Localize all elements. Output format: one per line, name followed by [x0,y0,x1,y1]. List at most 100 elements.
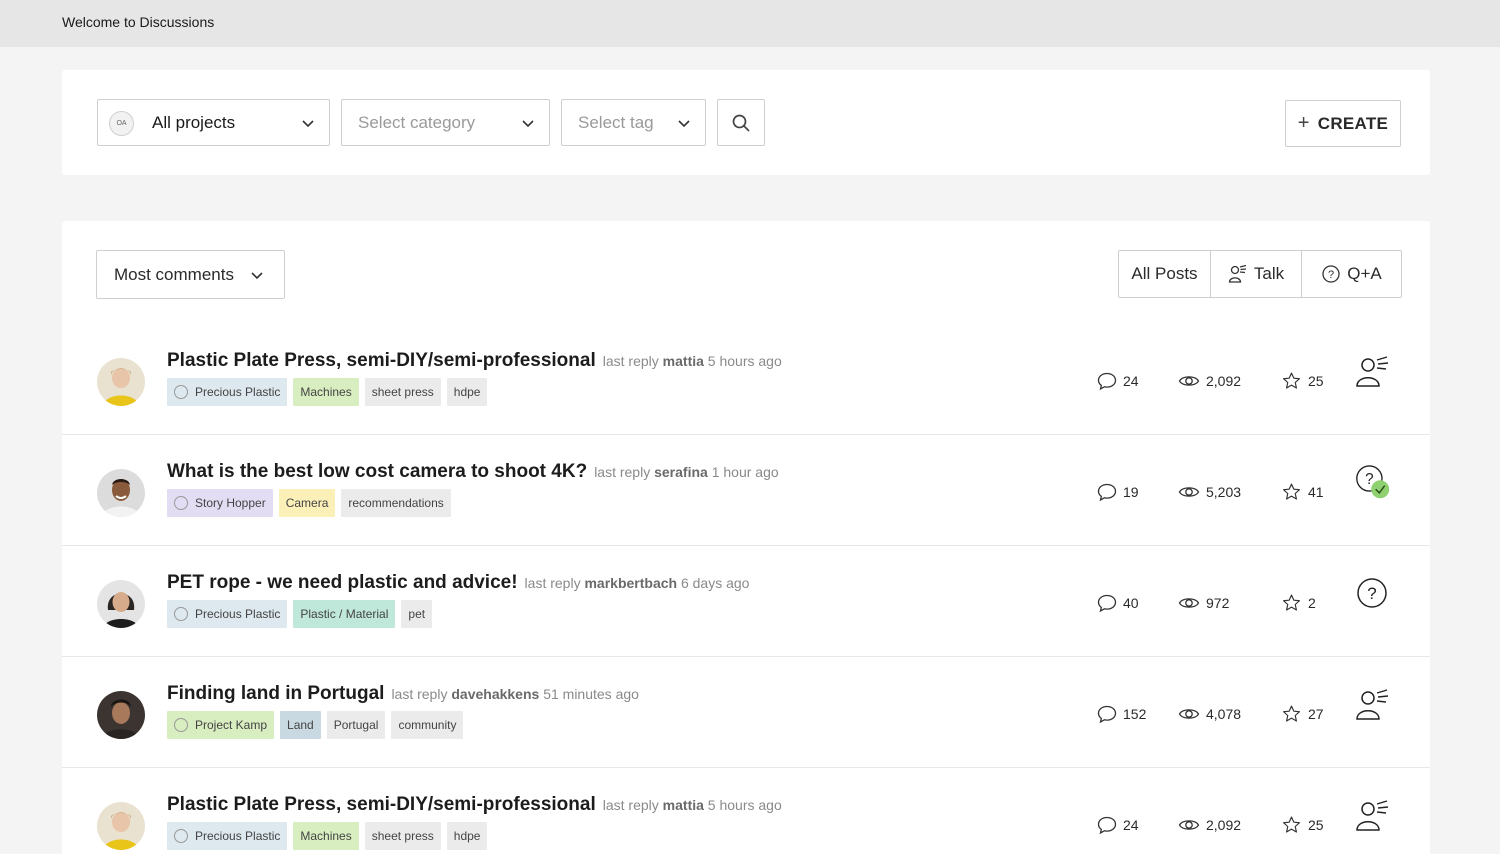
tab-all-posts-label: All Posts [1131,264,1198,283]
post-row[interactable]: What is the best low cost camera to shoo… [62,435,1430,546]
tab-talk-label: Talk [1253,264,1285,283]
comment-count-value: 152 [1123,706,1147,722]
post-title-text[interactable]: Finding land in Portugal [167,683,384,704]
view-count-value: 5,203 [1206,484,1242,500]
chevron-down-icon [522,120,534,128]
post-row[interactable]: PET rope - we need plastic and advice! la… [62,546,1430,657]
tag-label: hdpe [453,385,481,399]
tab-all-posts[interactable]: All Posts [1119,251,1211,297]
create-button[interactable]: + CREATE [1285,100,1401,147]
posts-panel: Most comments All Posts Talk ? Q+A Plast… [62,221,1430,854]
chevron-down-icon [251,272,263,280]
tag[interactable]: hdpe [446,822,488,850]
tag[interactable]: Camera [278,489,336,517]
tag-label: sheet press [371,385,434,399]
tag-list: Precious Plastic Machines sheet press hdpe [167,378,488,406]
last-reply-time: 5 hours ago [703,353,782,369]
star-count-value: 25 [1308,817,1324,833]
tag[interactable]: Plastic / Material [293,600,396,628]
avatar[interactable] [97,802,145,850]
comment-count-value: 40 [1123,595,1139,611]
tag[interactable]: recommendations [341,489,451,517]
last-reply-meta: last reply mattia 5 hours ago [603,353,782,369]
tag-list: Precious Plastic Machines sheet press hdpe [167,822,488,850]
avatar[interactable] [97,691,145,739]
sort-dropdown[interactable]: Most comments [96,250,285,299]
post-title-text[interactable]: What is the best low cost camera to shoo… [167,461,587,482]
tab-qa[interactable]: ? Q+A [1302,251,1401,297]
comment-count: 24 [1097,371,1139,391]
view-count-value: 2,092 [1206,373,1242,389]
last-reply-user[interactable]: mattia [663,797,704,813]
last-reply-user[interactable]: davehakkens [451,686,539,702]
tag[interactable]: Machines [293,822,359,850]
project-tag[interactable]: Story Hopper [167,489,273,517]
tag-dropdown[interactable]: Select tag [561,99,706,146]
last-reply-prefix: last reply [391,686,452,702]
comment-icon [1097,483,1117,502]
talk-type-icon [1356,800,1389,831]
avatar[interactable] [97,580,145,628]
tag[interactable]: Portugal [326,711,386,739]
post-row[interactable]: Plastic Plate Press, semi-DIY/semi-profe… [62,768,1430,854]
svg-text:?: ? [1328,269,1334,281]
avatar[interactable] [97,469,145,517]
star-icon [1283,483,1300,500]
post-title[interactable]: Plastic Plate Press, semi-DIY/semi-profe… [167,350,782,372]
project-tag[interactable]: Precious Plastic [167,600,288,628]
avatar[interactable] [97,358,145,406]
project-tag[interactable]: Precious Plastic [167,378,288,406]
tag[interactable]: sheet press [364,378,441,406]
post-row[interactable]: Finding land in Portugal last reply daveh… [62,657,1430,768]
comment-count-value: 19 [1123,484,1139,500]
comment-count: 19 [1097,482,1139,502]
post-title[interactable]: Plastic Plate Press, semi-DIY/semi-profe… [167,794,782,816]
question-type-icon: ? [1357,578,1387,608]
tag-label: sheet press [371,829,434,843]
category-dropdown-placeholder: Select category [358,112,476,132]
project-tag[interactable]: Precious Plastic [167,822,288,850]
tag[interactable]: Machines [293,378,359,406]
tag[interactable]: community [391,711,464,739]
star-icon [1283,705,1300,722]
post-title-text[interactable]: Plastic Plate Press, semi-DIY/semi-profe… [167,350,596,371]
project-logo-icon [174,829,188,843]
tag[interactable]: Land [280,711,321,739]
tag-label: Project Kamp [195,718,268,732]
eye-icon [1178,709,1200,719]
post-title[interactable]: PET rope - we need plastic and advice! la… [167,572,749,594]
tag-list: Project Kamp Land Portugal community [167,711,464,739]
project-tag[interactable]: Project Kamp [167,711,275,739]
comment-icon [1097,816,1117,835]
star-count: 25 [1281,371,1324,391]
tag[interactable]: pet [401,600,433,628]
post-title-text[interactable]: PET rope - we need plastic and advice! [167,572,518,593]
project-logo-icon [174,607,188,621]
last-reply-user[interactable]: markbertbach [584,575,677,591]
comment-count: 40 [1097,593,1139,613]
star-icon [1283,372,1300,389]
tag[interactable]: sheet press [364,822,441,850]
tag[interactable]: hdpe [446,378,488,406]
view-count: 5,203 [1178,482,1241,502]
last-reply-meta: last reply mattia 5 hours ago [603,797,782,813]
last-reply-user[interactable]: serafina [654,464,708,480]
search-button[interactable] [717,99,765,146]
post-title[interactable]: Finding land in Portugal last reply daveh… [167,683,639,705]
last-reply-user[interactable]: mattia [663,353,704,369]
chevron-down-icon [302,120,314,128]
comment-icon [1097,594,1117,613]
project-dropdown[interactable]: OA All projects [97,99,330,146]
post-title[interactable]: What is the best low cost camera to shoo… [167,461,779,483]
post-row[interactable]: Plastic Plate Press, semi-DIY/semi-profe… [62,324,1430,435]
view-count-value: 2,092 [1206,817,1242,833]
post-title-text[interactable]: Plastic Plate Press, semi-DIY/semi-profe… [167,794,596,815]
comment-count-value: 24 [1123,817,1139,833]
project-badge: OA [109,111,134,136]
tag-dropdown-placeholder: Select tag [578,112,654,132]
sort-dropdown-label: Most comments [114,264,234,284]
category-dropdown[interactable]: Select category [341,99,550,146]
svg-text:?: ? [1367,584,1376,603]
tab-talk[interactable]: Talk [1211,251,1302,297]
tag-label: community [398,718,457,732]
